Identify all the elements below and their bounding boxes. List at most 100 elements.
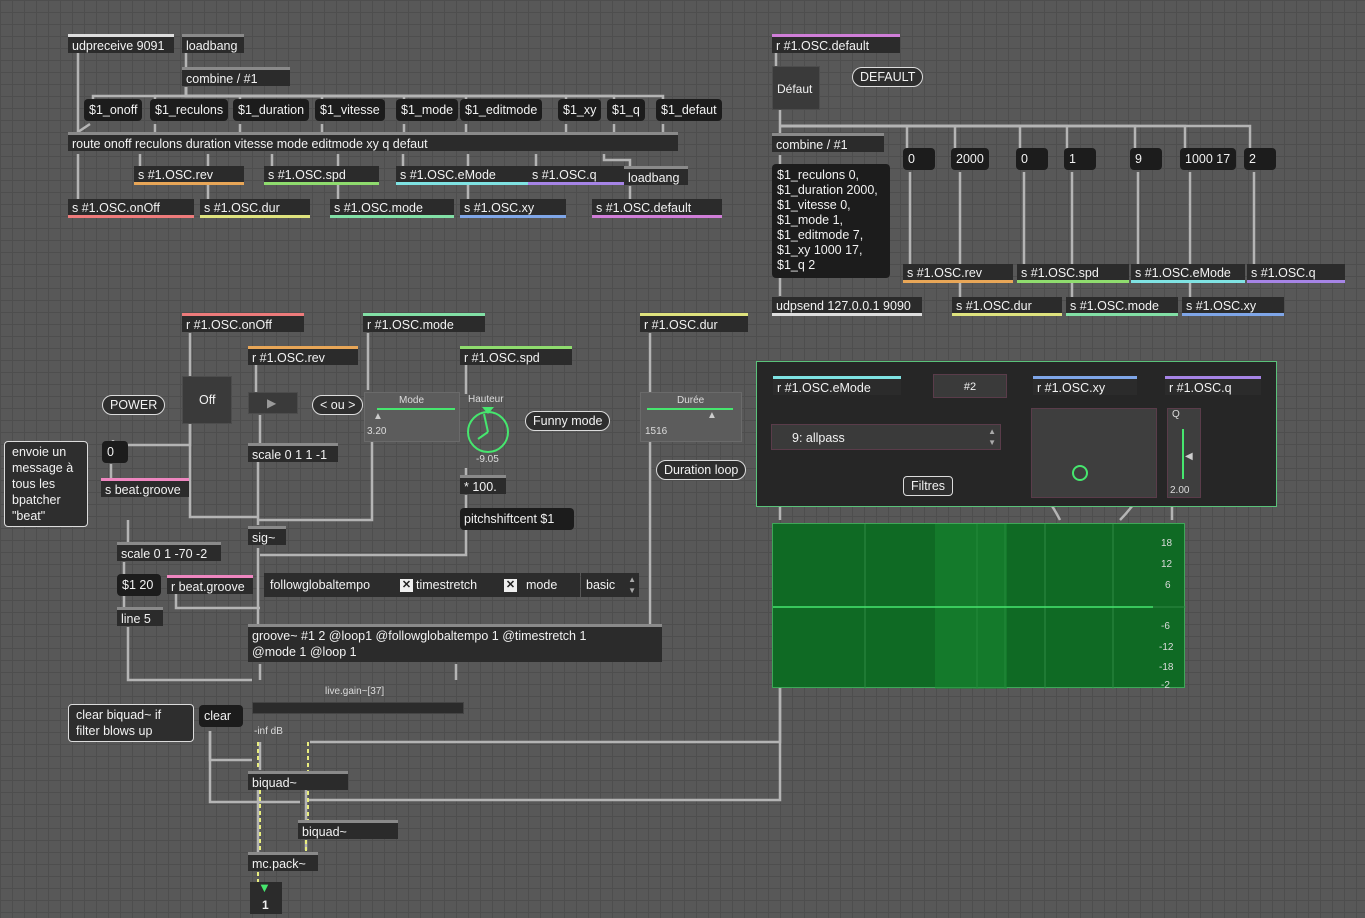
xy-pad[interactable] [1031, 408, 1157, 498]
reculons-message[interactable]: $1_reculons [150, 99, 229, 121]
mode-checkbox-icon[interactable]: ✕ [504, 579, 517, 593]
mode-attr-label: mode [526, 578, 558, 592]
xy-pad-point[interactable] [1072, 465, 1088, 481]
mode-slider-label: Mode [399, 395, 425, 406]
udpreceive-object[interactable]: udpreceive 9091 [68, 34, 174, 53]
loadbang-object[interactable]: loadbang [182, 34, 244, 53]
filter-type-menu[interactable]: 9: allpass ▲ ▼ [771, 424, 1001, 450]
msg-0-a[interactable]: 0 [903, 148, 935, 170]
hauteur-dial-value: -9.05 [476, 454, 499, 465]
filter-grid [773, 524, 1186, 689]
line-object[interactable]: line 5 [117, 607, 163, 626]
mc-pack-object[interactable]: mc.pack~ [248, 852, 318, 871]
mode-slider[interactable]: Mode ▲ 3.20 [364, 392, 460, 442]
receive-rev-object[interactable]: r #1.OSC.rev [248, 346, 358, 365]
send-rev-object[interactable]: s #1.OSC.rev [134, 166, 244, 185]
receive-default-object[interactable]: r #1.OSC.default [772, 34, 900, 53]
bpatcher-number[interactable]: #2 [933, 374, 1007, 398]
multiply-object[interactable]: * 100. [460, 475, 506, 494]
timestretch-checkbox-icon[interactable]: ✕ [400, 579, 413, 593]
send-dur-object[interactable]: s #1.OSC.dur [200, 199, 310, 218]
q-message[interactable]: $1_q [607, 99, 645, 121]
receive-onoff-object[interactable]: r #1.OSC.onOff [182, 313, 304, 332]
msg-1000-17[interactable]: 1000 17 [1180, 148, 1236, 170]
send-default-object[interactable]: s #1.OSC.default [592, 199, 722, 218]
send-beat-object[interactable]: s beat.groove [101, 478, 189, 497]
timestretch-attr[interactable]: ✕ timestretch [396, 573, 500, 597]
receive-spd-object[interactable]: r #1.OSC.spd [460, 346, 572, 365]
receive-mode-object[interactable]: r #1.OSC.mode [363, 313, 485, 332]
msg-2000[interactable]: 2000 [951, 148, 989, 170]
send-rev-right-object[interactable]: s #1.OSC.rev [903, 264, 1013, 283]
defaults-message[interactable]: $1_reculons 0, $1_duration 2000, $1_vite… [772, 164, 890, 278]
send-emode-object[interactable]: s #1.OSC.eMode [396, 166, 528, 185]
clear-message[interactable]: clear [199, 705, 243, 727]
defaults-line-2: $1_duration 2000, [777, 183, 878, 197]
mode-message[interactable]: $1_mode [396, 99, 459, 121]
groove-object[interactable]: groove~ #1 2 @loop1 @followglobaltempo 1… [248, 624, 662, 662]
msg-0-b[interactable]: 0 [1016, 148, 1048, 170]
mode-attr[interactable]: ✕ mode [500, 573, 580, 597]
off-toggle[interactable]: Off [182, 376, 232, 424]
msg-2[interactable]: 2 [1244, 148, 1276, 170]
filter-bpatcher[interactable]: r #1.OSC.eMode #2 r #1.OSC.xy r #1.OSC.q… [756, 361, 1277, 507]
send-q-object[interactable]: s #1.OSC.q [528, 166, 624, 185]
combine-right-object[interactable]: combine / #1 [772, 133, 884, 152]
send-mode-right-object[interactable]: s #1.OSC.mode [1066, 297, 1178, 316]
receive-xy-object[interactable]: r #1.OSC.xy [1033, 376, 1137, 395]
scale-rev-object[interactable]: scale 0 1 1 -1 [248, 443, 338, 462]
send-mode-object[interactable]: s #1.OSC.mode [330, 199, 454, 218]
scale-gain-object[interactable]: scale 0 1 -70 -2 [117, 542, 221, 561]
send-q-right-object[interactable]: s #1.OSC.q [1247, 264, 1345, 283]
send-xy-right-object[interactable]: s #1.OSC.xy [1182, 297, 1284, 316]
udpsend-object[interactable]: udpsend 127.0.0.1 9090 [772, 297, 922, 316]
defaut-message[interactable]: $1_defaut [656, 99, 722, 121]
line-target-message[interactable]: $1 20 [117, 574, 161, 596]
receive-beat-object[interactable]: r beat.groove [167, 575, 253, 594]
receive-q-object[interactable]: r #1.OSC.q [1165, 376, 1261, 395]
sig-object[interactable]: sig~ [248, 526, 286, 545]
mode-menu[interactable]: basic ▲ ▼ [581, 573, 639, 597]
editmode-message[interactable]: $1_editmode [460, 99, 543, 121]
filter-scale-2: 12 [1161, 559, 1173, 570]
filter-updown-icon: ▲ ▼ [988, 427, 996, 447]
hauteur-dial[interactable]: Hauteur -9.05 [462, 392, 514, 468]
send-spd-object[interactable]: s #1.OSC.spd [264, 166, 379, 185]
xy-message[interactable]: $1_xy [558, 99, 602, 121]
zero-message[interactable]: 0 [102, 441, 128, 463]
clear-note-line-2: filter blows up [76, 724, 153, 738]
biquad-2-object[interactable]: biquad~ [298, 820, 398, 839]
defaults-line-3: $1_vitesse 0, [777, 198, 851, 212]
msg-1[interactable]: 1 [1064, 148, 1096, 170]
send-onoff-object[interactable]: s #1.OSC.onOff [68, 199, 194, 218]
duree-slider[interactable]: Durée ▲ 1516 [640, 392, 742, 442]
send-spd-right-object[interactable]: s #1.OSC.spd [1017, 264, 1129, 283]
msg-9[interactable]: 9 [1130, 148, 1162, 170]
onoff-message[interactable]: $1_onoff [84, 99, 143, 121]
pitchshift-message[interactable]: pitchshiftcent $1 [460, 508, 574, 530]
defaults-line-6: $1_xy 1000 17, [777, 243, 863, 257]
reverse-toggle[interactable]: ▶ [248, 392, 298, 414]
live-gain[interactable]: live.gain~[37] -inf dB [250, 686, 464, 737]
envoie-line-5: "beat" [12, 509, 46, 523]
duration-message[interactable]: $1_duration [233, 99, 310, 121]
q-slider[interactable]: Q ◀ 2.00 [1167, 408, 1201, 498]
mc-count-display[interactable]: ▼ 1 [250, 880, 282, 914]
clear-note-comment: clear biquad~ if filter blows up [68, 704, 194, 742]
send-xy-object[interactable]: s #1.OSC.xy [460, 199, 566, 218]
live-gain-meter [252, 702, 464, 714]
defaut-button[interactable]: Défaut [772, 66, 820, 110]
biquad-1-object[interactable]: biquad~ [248, 771, 348, 790]
updown-icon: ▲ ▼ [628, 575, 636, 595]
send-emode-right-object[interactable]: s #1.OSC.eMode [1131, 264, 1245, 283]
route-object[interactable]: route onoff reculons duration vitesse mo… [68, 132, 678, 151]
receive-emode-object[interactable]: r #1.OSC.eMode [773, 376, 901, 395]
live-gain-name: live.gain~[37] [325, 686, 385, 697]
followglobaltempo-attr[interactable]: followglobaltempo [264, 573, 396, 597]
vitesse-message[interactable]: $1_vitesse [315, 99, 385, 121]
send-dur-right-object[interactable]: s #1.OSC.dur [952, 297, 1062, 316]
loadbang-mid-object[interactable]: loadbang [624, 166, 688, 185]
combine-object[interactable]: combine / #1 [182, 67, 290, 86]
receive-dur-object[interactable]: r #1.OSC.dur [640, 313, 748, 332]
filter-graph[interactable]: 18 12 6 -6 -12 -18 -2 [772, 523, 1186, 691]
